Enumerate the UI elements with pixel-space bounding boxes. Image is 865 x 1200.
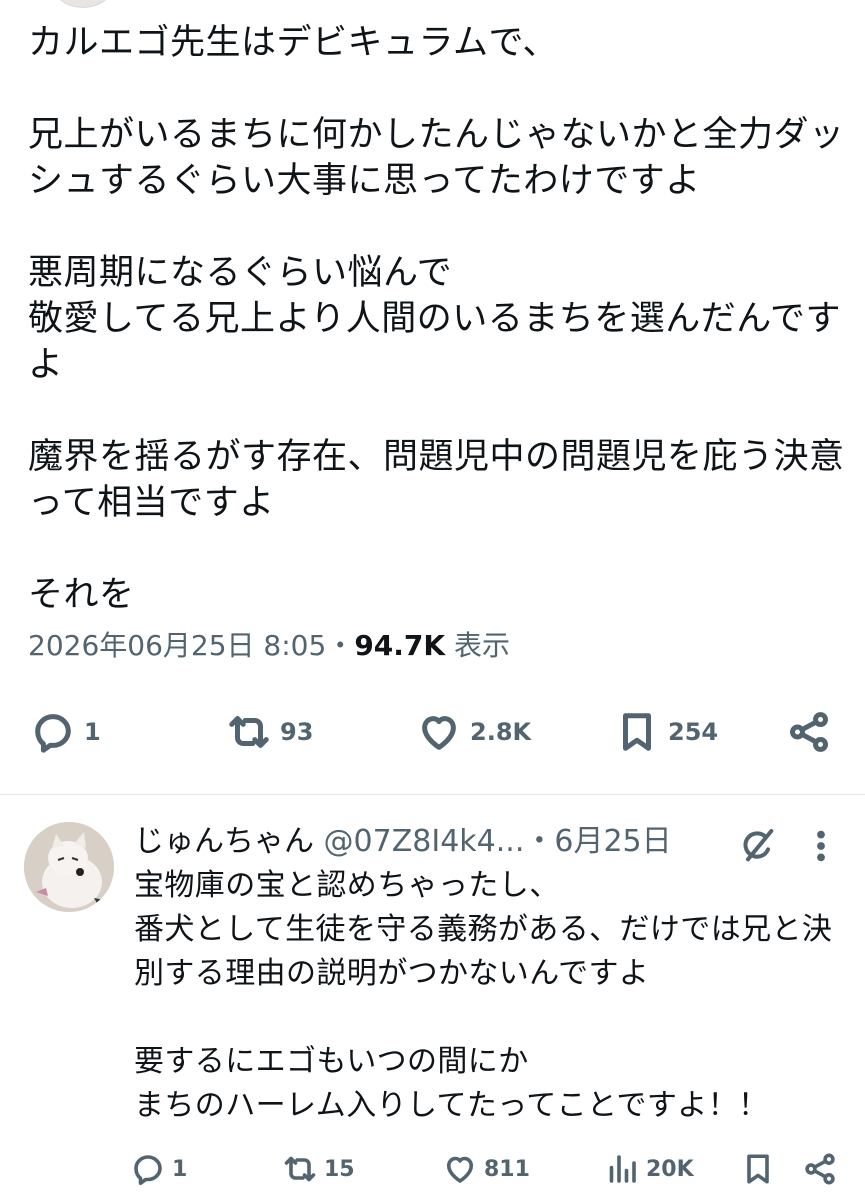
reply-count: 1 (84, 718, 101, 746)
tweet-body: カルエゴ先生はデビキュラムで、 兄上がいるまちに何かしたんじゃないかと全力ダッシ… (28, 20, 848, 618)
like-icon (446, 1156, 474, 1183)
share-icon (805, 1153, 835, 1185)
reply-paragraph: 宝物庫の宝と認めちゃったし、 番犬として生徒を守る義務がある、だけでは兄と決別す… (134, 868, 833, 991)
tweet-meta: 2026年06月25日 8:05・94.7K 表示 (28, 626, 510, 666)
reply-retweet-button[interactable]: 15 (282, 1146, 355, 1192)
reply-author-handle[interactable]: @07Z8I4k4... (324, 824, 525, 859)
reply-body: 宝物庫の宝と認めちゃったし、 番犬として生徒を守る義務がある、だけでは兄と決別す… (134, 864, 854, 1128)
tweet-paragraph: それを (28, 575, 135, 615)
author-avatar[interactable] (54, 0, 112, 8)
retweet-icon (229, 716, 269, 748)
retweet-icon (284, 1156, 316, 1182)
bookmark-icon (747, 1154, 769, 1184)
tweet-paragraph: カルエゴ先生はデビキュラムで、 (28, 23, 559, 63)
reply-icon (134, 1155, 162, 1186)
share-button[interactable] (786, 704, 832, 760)
reply-like-count: 811 (484, 1156, 530, 1182)
avatar-image (24, 822, 114, 912)
like-icon (422, 716, 456, 750)
reply-header: じゅんちゃん @07Z8I4k4...・6月25日 (134, 822, 672, 862)
grok-icon[interactable] (738, 826, 778, 866)
more-options-icon[interactable] (808, 826, 834, 866)
like-count: 2.8K (470, 718, 532, 746)
retweet-button[interactable]: 93 (226, 704, 313, 760)
meta-separator: ・ (326, 629, 355, 662)
tweet-paragraph: 魔界を揺るがす存在、問題児中の問題児を庇う決意って相当ですよ (28, 437, 845, 523)
tweet-timestamp[interactable]: 2026年06月25日 8:05 (28, 629, 326, 662)
retweet-count: 93 (280, 718, 314, 746)
reply-author-name[interactable]: じゅんちゃん (134, 824, 314, 859)
reply-date[interactable]: 6月25日 (554, 824, 671, 859)
reply-reply-count: 1 (172, 1156, 188, 1182)
tweet-paragraph: 兄上がいるまちに何かしたんじゃないかと全力ダッシュするぐらい大事に思ってたわけで… (28, 115, 845, 201)
reply-views-count: 20K (646, 1156, 694, 1182)
views-label: 表示 (454, 629, 511, 662)
bookmark-icon (623, 713, 651, 751)
reply-icon (35, 714, 71, 753)
views-chart-icon (609, 1155, 636, 1183)
reply-action-bar: 1 15 811 20K (130, 1146, 850, 1192)
reply-like-button[interactable]: 811 (442, 1146, 530, 1192)
like-button[interactable]: 2.8K (416, 704, 531, 760)
reply-button[interactable]: 1 (30, 704, 101, 760)
view-count: 94.7K (354, 629, 446, 662)
reply-views-button[interactable]: 20K (604, 1146, 694, 1192)
tweet-action-bar: 1 93 2.8K 254 (30, 704, 840, 760)
header-separator: ・ (524, 824, 555, 859)
bookmark-button[interactable]: 254 (614, 704, 718, 760)
reply-reply-button[interactable]: 1 (130, 1146, 187, 1192)
reply-bookmark-button[interactable] (740, 1146, 776, 1192)
reply-share-button[interactable] (802, 1146, 838, 1192)
divider (0, 794, 865, 795)
reply-author-avatar[interactable] (24, 822, 114, 912)
reply-paragraph: 要するにエゴもいつの間にか まちのハーレム入りしてたってことですよ！！ (134, 1044, 769, 1123)
bookmark-count: 254 (668, 718, 719, 746)
tweet-paragraph: 悪周期になるぐらい悩んで 敬愛してる兄上より人間のいるまちを選んだんですよ (28, 253, 842, 385)
reply-retweet-count: 15 (324, 1156, 355, 1182)
share-icon (790, 712, 828, 752)
